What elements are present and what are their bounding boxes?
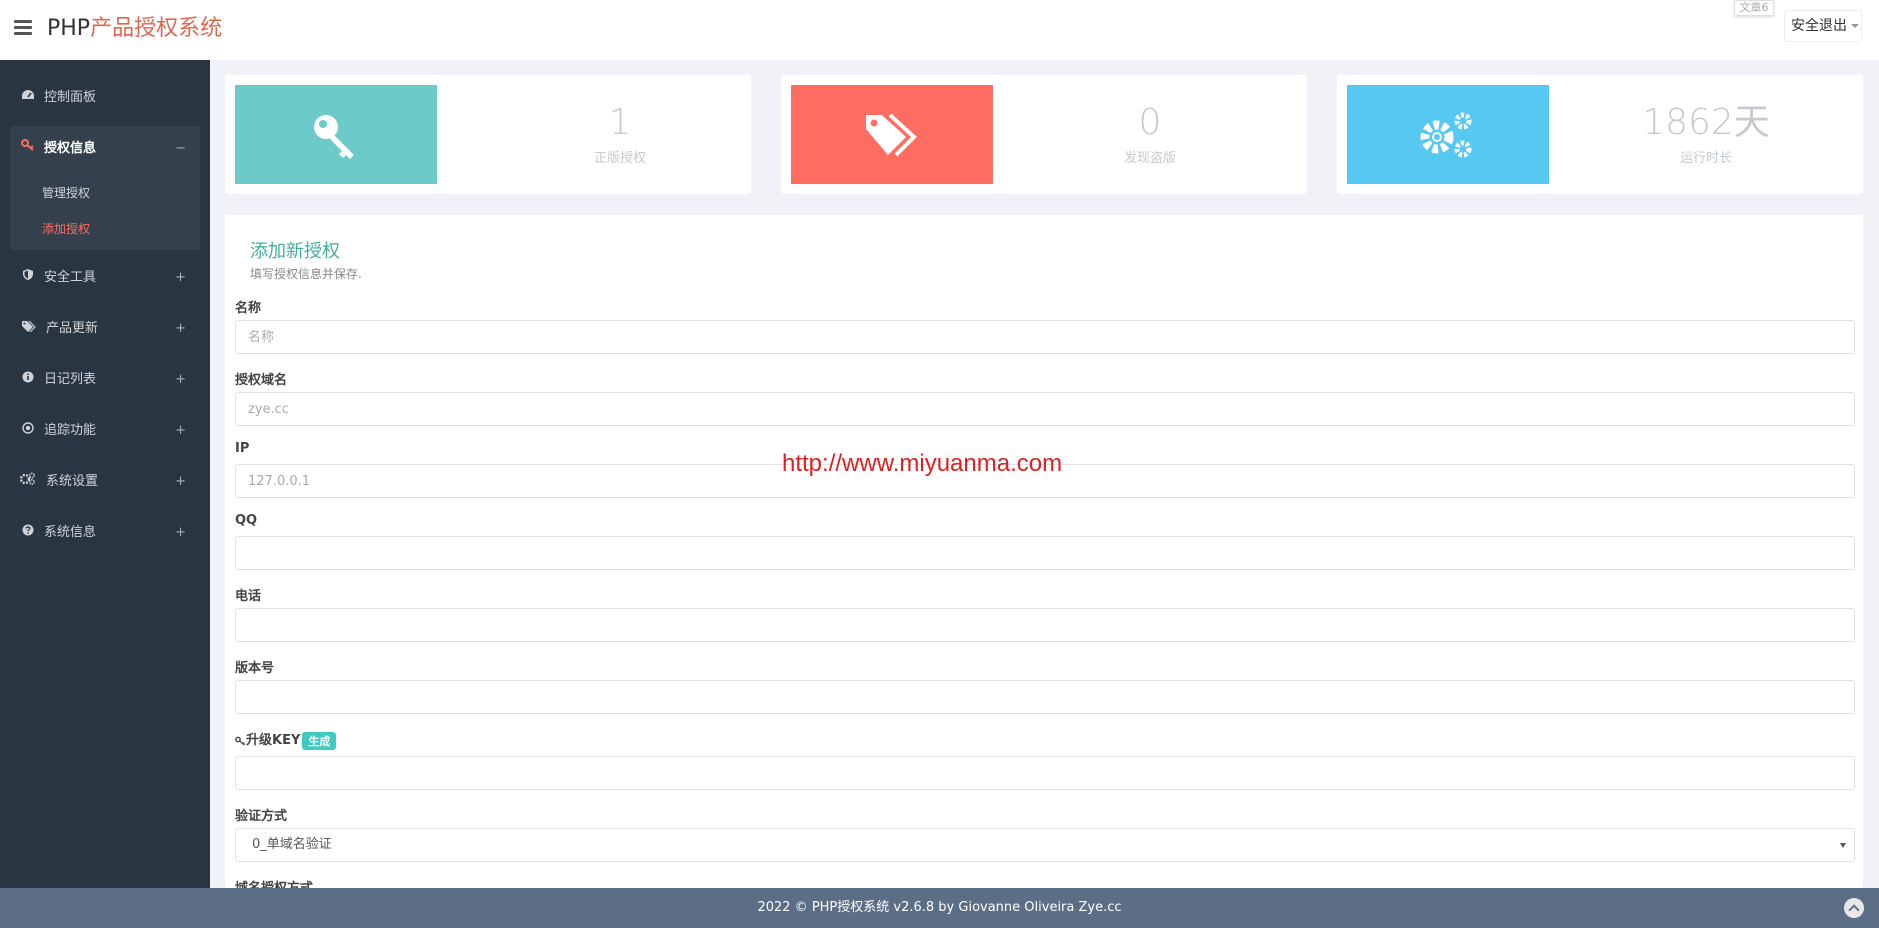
sidebar-item-system-info[interactable]: 系统信息 + [10, 511, 200, 555]
expand-icon[interactable]: + [175, 307, 186, 351]
sidebar-item-log-list[interactable]: 日记列表 + [10, 358, 200, 402]
sidebar-item-label: 追踪功能 [44, 423, 97, 438]
gears-icon [19, 460, 36, 504]
menu-toggle-icon[interactable] [14, 20, 32, 36]
upgrade-key-label-text: 升级KEY [246, 733, 301, 748]
stat-value: 0 [1138, 102, 1162, 143]
name-label: 名称 [235, 301, 262, 316]
domain-label: 授权域名 [235, 373, 288, 388]
tags-icon [866, 113, 917, 156]
sidebar: 控制面板 授权信息 − 管理授权 添加授权 安全工具 + 产品更新 + 日记列表… [0, 60, 210, 888]
domain-auth-method-label: 域名授权方式 [235, 877, 313, 888]
stat-tile [791, 85, 993, 184]
stat-tile [235, 85, 437, 184]
sidebar-item-label: 日记列表 [44, 372, 97, 387]
generate-key-button[interactable]: 生成 [302, 731, 337, 750]
shield-icon [20, 256, 36, 300]
add-auth-form-panel: 添加新授权 填写授权信息并保存. 名称 授权域名 IP QQ 电话 版本号 升级… [225, 215, 1863, 888]
sidebar-item-auth-info[interactable]: 授权信息 − [10, 126, 200, 172]
version-input[interactable] [235, 680, 1855, 714]
expand-icon[interactable]: + [175, 358, 186, 402]
info-icon [20, 358, 36, 402]
stat-caption: 运行时长 [1679, 151, 1732, 166]
sidebar-item-system-settings[interactable]: 系统设置 + [10, 460, 200, 504]
footer: 2022 © PHP授权系统 v2.6.8 by Giovanne Olivei… [0, 888, 1879, 928]
phone-label: 电话 [235, 589, 262, 604]
stat-value: 1 [608, 102, 632, 143]
verify-method-select[interactable]: 0_单域名验证 [235, 828, 1855, 862]
form-subtitle: 填写授权信息并保存. [250, 267, 362, 281]
version-label: 版本号 [235, 661, 275, 676]
name-input[interactable] [235, 320, 1855, 354]
top-header: PHP产品授权系统 文章6 安全退出 [0, 0, 1879, 60]
phone-input[interactable] [235, 608, 1855, 642]
sidebar-item-label: 安全工具 [44, 270, 97, 285]
target-icon [20, 409, 36, 453]
sidebar-item-label: 系统信息 [44, 525, 97, 540]
stat-card-piracy: 0 发现盗版 [781, 75, 1307, 194]
sidebar-item-label: 产品更新 [46, 321, 99, 336]
stat-value: 1862天 [1642, 102, 1770, 143]
top-tag: 文章6 [1734, 0, 1774, 16]
brand-suffix: 产品授权系统 [90, 16, 223, 41]
expand-icon[interactable]: + [175, 511, 186, 555]
watermark-url: http://www.miyuanma.com [782, 450, 1063, 477]
question-icon [20, 511, 36, 555]
key-icon [20, 126, 36, 172]
sidebar-item-label: 控制面板 [44, 90, 97, 105]
sidebar-group-auth: 授权信息 − 管理授权 添加授权 [10, 126, 200, 250]
ip-label: IP [235, 441, 250, 456]
sidebar-item-security-tools[interactable]: 安全工具 + [10, 256, 200, 300]
expand-icon[interactable]: + [175, 256, 186, 300]
stat-card-genuine: 1 正版授权 [225, 75, 751, 194]
sidebar-subitem-add-auth[interactable]: 添加授权 [42, 220, 90, 237]
caret-down-icon [1851, 24, 1859, 28]
key-icon [235, 736, 245, 746]
stat-tile [1347, 85, 1549, 184]
expand-icon[interactable]: + [175, 460, 186, 504]
expand-icon[interactable]: + [175, 409, 186, 453]
stat-caption: 正版授权 [593, 151, 646, 166]
logout-label: 安全退出 [1791, 18, 1847, 34]
scroll-top-icon[interactable] [1844, 898, 1864, 918]
sidebar-item-product-update[interactable]: 产品更新 + [10, 307, 200, 351]
sidebar-item-dashboard[interactable]: 控制面板 [10, 76, 200, 120]
dashboard-icon [20, 76, 36, 120]
select-arrow-icon [1840, 843, 1846, 848]
qq-label: QQ [235, 513, 258, 528]
brand-prefix: PHP [47, 16, 91, 41]
brand-logo[interactable]: PHP产品授权系统 [47, 15, 222, 43]
tags-icon [20, 307, 36, 351]
stat-card-uptime: 1862天 运行时长 [1337, 75, 1863, 194]
sidebar-item-label: 系统设置 [46, 474, 99, 489]
form-title: 添加新授权 [250, 241, 340, 262]
verify-method-selected: 0_单域名验证 [252, 837, 332, 852]
qq-input[interactable] [235, 536, 1855, 570]
sidebar-subitem-manage-auth[interactable]: 管理授权 [42, 184, 90, 201]
collapse-icon[interactable]: − [175, 126, 186, 172]
stat-caption: 发现盗版 [1123, 151, 1176, 166]
logout-button[interactable]: 安全退出 [1784, 10, 1862, 42]
gears-icon [1420, 112, 1472, 157]
key-icon [314, 114, 354, 159]
sidebar-item-tracking[interactable]: 追踪功能 + [10, 409, 200, 453]
domain-input[interactable] [235, 392, 1855, 426]
upgrade-key-input[interactable] [235, 756, 1855, 790]
sidebar-item-label: 授权信息 [44, 141, 97, 156]
footer-text: 2022 © PHP授权系统 v2.6.8 by Giovanne Olivei… [757, 900, 1122, 915]
upgrade-key-label: 升级KEY 生成 [235, 729, 337, 750]
verify-method-label: 验证方式 [235, 809, 288, 824]
